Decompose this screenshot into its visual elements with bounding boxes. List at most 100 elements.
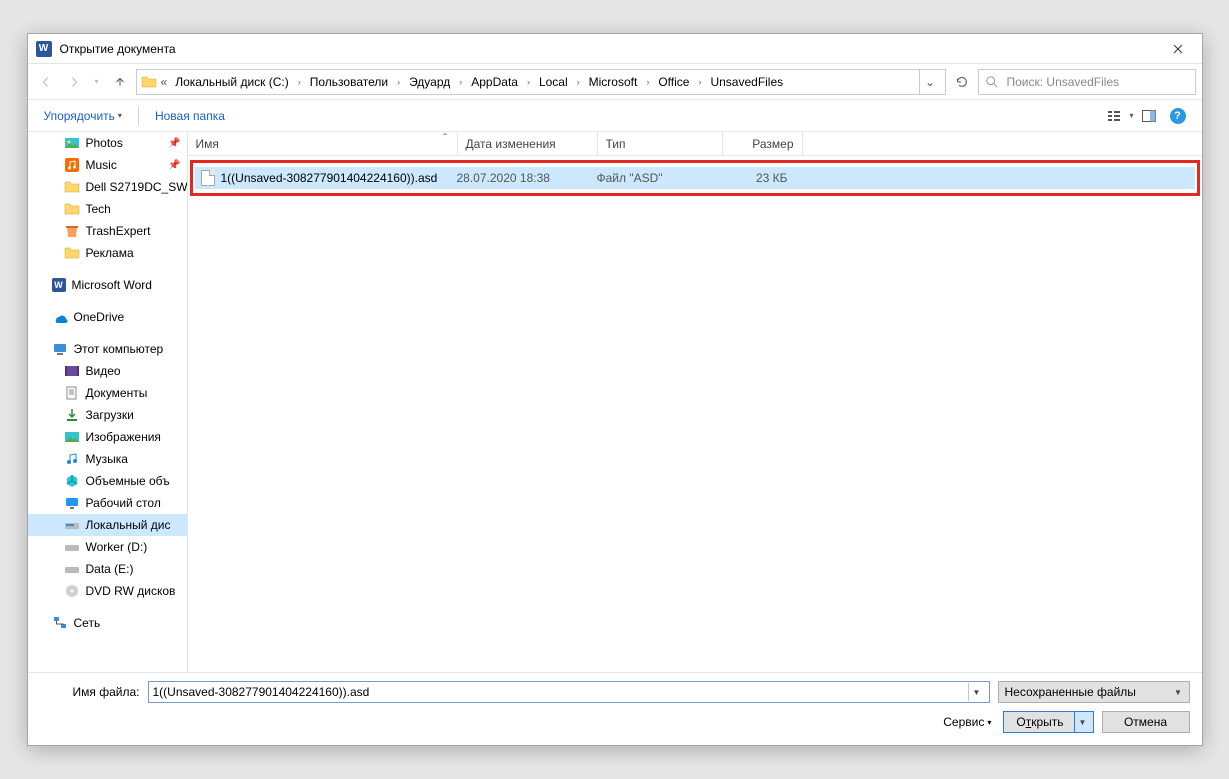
trash-icon [64, 223, 80, 239]
3d-icon [64, 473, 80, 489]
tree-desktop[interactable]: Рабочий стол [28, 492, 187, 514]
word-icon: W [52, 278, 66, 292]
tree-pictures[interactable]: Изображения [28, 426, 187, 448]
col-date[interactable]: Дата изменения [458, 132, 598, 155]
refresh-button[interactable] [950, 70, 974, 94]
pin-icon: 📌 [168, 138, 180, 149]
nav-back-button[interactable] [34, 70, 58, 94]
tree-word[interactable]: WMicrosoft Word [28, 274, 187, 296]
tree-ads[interactable]: Реклама [28, 242, 187, 264]
desktop-icon [64, 495, 80, 511]
music-folder-icon [64, 451, 80, 467]
tree-video[interactable]: Видео [28, 360, 187, 382]
drive-icon [64, 539, 80, 555]
address-bar[interactable]: « Локальный диск (C:)› Пользователи› Эду… [136, 69, 946, 95]
chevron-right-icon[interactable]: › [524, 77, 533, 87]
chevron-right-icon[interactable]: › [574, 77, 583, 87]
tree-trashexpert[interactable]: TrashExpert [28, 220, 187, 242]
documents-icon [64, 385, 80, 401]
disc-icon [64, 583, 80, 599]
photos-icon [64, 135, 80, 151]
address-history-dropdown[interactable]: ⌄ [919, 70, 941, 94]
path-seg-7[interactable]: UnsavedFiles [706, 73, 787, 91]
folder-icon [141, 74, 157, 90]
organize-button[interactable]: Упорядочить ▾ [38, 105, 128, 127]
tree-downloads[interactable]: Загрузки [28, 404, 187, 426]
open-split-dropdown[interactable]: ▼ [1074, 712, 1091, 732]
col-type[interactable]: Тип [598, 132, 723, 155]
filename-combobox[interactable]: 1((Unsaved-308277901404224160)).asd ▼ [148, 681, 990, 703]
help-button[interactable]: ? [1170, 108, 1186, 124]
nav-bar: ▾ « Локальный диск (C:)› Пользователи› Э… [28, 64, 1202, 100]
cancel-button[interactable]: Отмена [1102, 711, 1190, 733]
path-seg-6[interactable]: Office [654, 73, 693, 91]
tree-music[interactable]: Music📌 [28, 154, 187, 176]
file-row[interactable]: 1((Unsaved-308277901404224160)).asd 28.0… [195, 167, 1195, 189]
annotation-highlight: 1((Unsaved-308277901404224160)).asd 28.0… [190, 160, 1200, 196]
column-headers: Имя ⌃ Дата изменения Тип Размер [188, 132, 1202, 156]
onedrive-icon [52, 309, 68, 325]
tree-photos[interactable]: Photos📌 [28, 132, 187, 154]
col-name[interactable]: Имя ⌃ [188, 132, 458, 155]
close-button[interactable] [1158, 35, 1198, 63]
word-app-icon: W [36, 41, 52, 57]
tree-onedrive[interactable]: OneDrive [28, 306, 187, 328]
chevron-down-icon[interactable]: ▼ [968, 683, 985, 701]
file-list-area: Имя ⌃ Дата изменения Тип Размер 1((Unsav… [188, 132, 1202, 672]
chevron-right-icon[interactable]: › [643, 77, 652, 87]
title-bar: W Открытие документа [28, 34, 1202, 64]
preview-pane-button[interactable] [1136, 104, 1162, 128]
folder-icon [64, 201, 80, 217]
downloads-icon [64, 407, 80, 423]
dialog-title: Открытие документа [60, 42, 176, 56]
tree-network[interactable]: Сеть [28, 612, 187, 634]
file-icon [201, 170, 215, 186]
chevron-right-icon[interactable]: › [695, 77, 704, 87]
chevron-right-icon[interactable]: › [295, 77, 304, 87]
search-icon [985, 75, 999, 89]
chevron-down-icon[interactable]: ▼ [1170, 683, 1187, 701]
tree-music[interactable]: Музыка [28, 448, 187, 470]
file-type-filter[interactable]: Несохраненные файлы ▼ [998, 681, 1190, 703]
tree-docs[interactable]: Документы [28, 382, 187, 404]
tree-tech[interactable]: Tech [28, 198, 187, 220]
filename-label: Имя файла: [40, 685, 140, 699]
dialog-footer: Имя файла: 1((Unsaved-308277901404224160… [28, 672, 1202, 745]
open-button[interactable]: Открыть ▼ [1003, 711, 1093, 733]
path-seg-0[interactable]: Локальный диск (C:) [171, 73, 293, 91]
new-folder-button[interactable]: Новая папка [149, 105, 231, 127]
tree-data[interactable]: Data (E:) [28, 558, 187, 580]
folder-icon [64, 179, 80, 195]
nav-up-button[interactable] [108, 70, 132, 94]
path-seg-1[interactable]: Пользователи [306, 73, 392, 91]
search-input[interactable] [1005, 74, 1189, 90]
pc-icon [52, 341, 68, 357]
file-type: Файл "ASD" [597, 171, 722, 185]
path-seg-2[interactable]: Эдуард [405, 73, 454, 91]
tree-dvd[interactable]: DVD RW дисков [28, 580, 187, 602]
tree-3dobjects[interactable]: Объемные объ [28, 470, 187, 492]
toolbar: Упорядочить ▾ Новая папка ▾ ? [28, 100, 1202, 132]
chevron-right-icon[interactable]: › [456, 77, 465, 87]
tools-menu[interactable]: Сервис ▾ [939, 713, 995, 731]
sort-asc-icon: ⌃ [442, 132, 449, 141]
chevron-right-icon[interactable]: › [394, 77, 403, 87]
view-options-button[interactable] [1101, 104, 1127, 128]
tree-dell[interactable]: Dell S2719DC_SW [28, 176, 187, 198]
file-date: 28.07.2020 18:38 [457, 171, 597, 185]
tree-worker[interactable]: Worker (D:) [28, 536, 187, 558]
nav-recent-dropdown[interactable]: ▾ [90, 70, 104, 94]
path-seg-3[interactable]: AppData [467, 73, 522, 91]
path-seg-4[interactable]: Local [535, 73, 572, 91]
path-seg-5[interactable]: Microsoft [585, 73, 642, 91]
nav-forward-button[interactable] [62, 70, 86, 94]
tree-localdisk[interactable]: Локальный дис [28, 514, 187, 536]
nav-tree: Photos📌 Music📌 Dell S2719DC_SW Tech Tras… [28, 132, 188, 672]
pictures-icon [64, 429, 80, 445]
tree-thispc[interactable]: Этот компьютер [28, 338, 187, 360]
view-dropdown-icon[interactable]: ▾ [1129, 111, 1133, 120]
col-size[interactable]: Размер [723, 132, 803, 155]
video-icon [64, 363, 80, 379]
search-box[interactable] [978, 69, 1196, 95]
drive-icon [64, 517, 80, 533]
